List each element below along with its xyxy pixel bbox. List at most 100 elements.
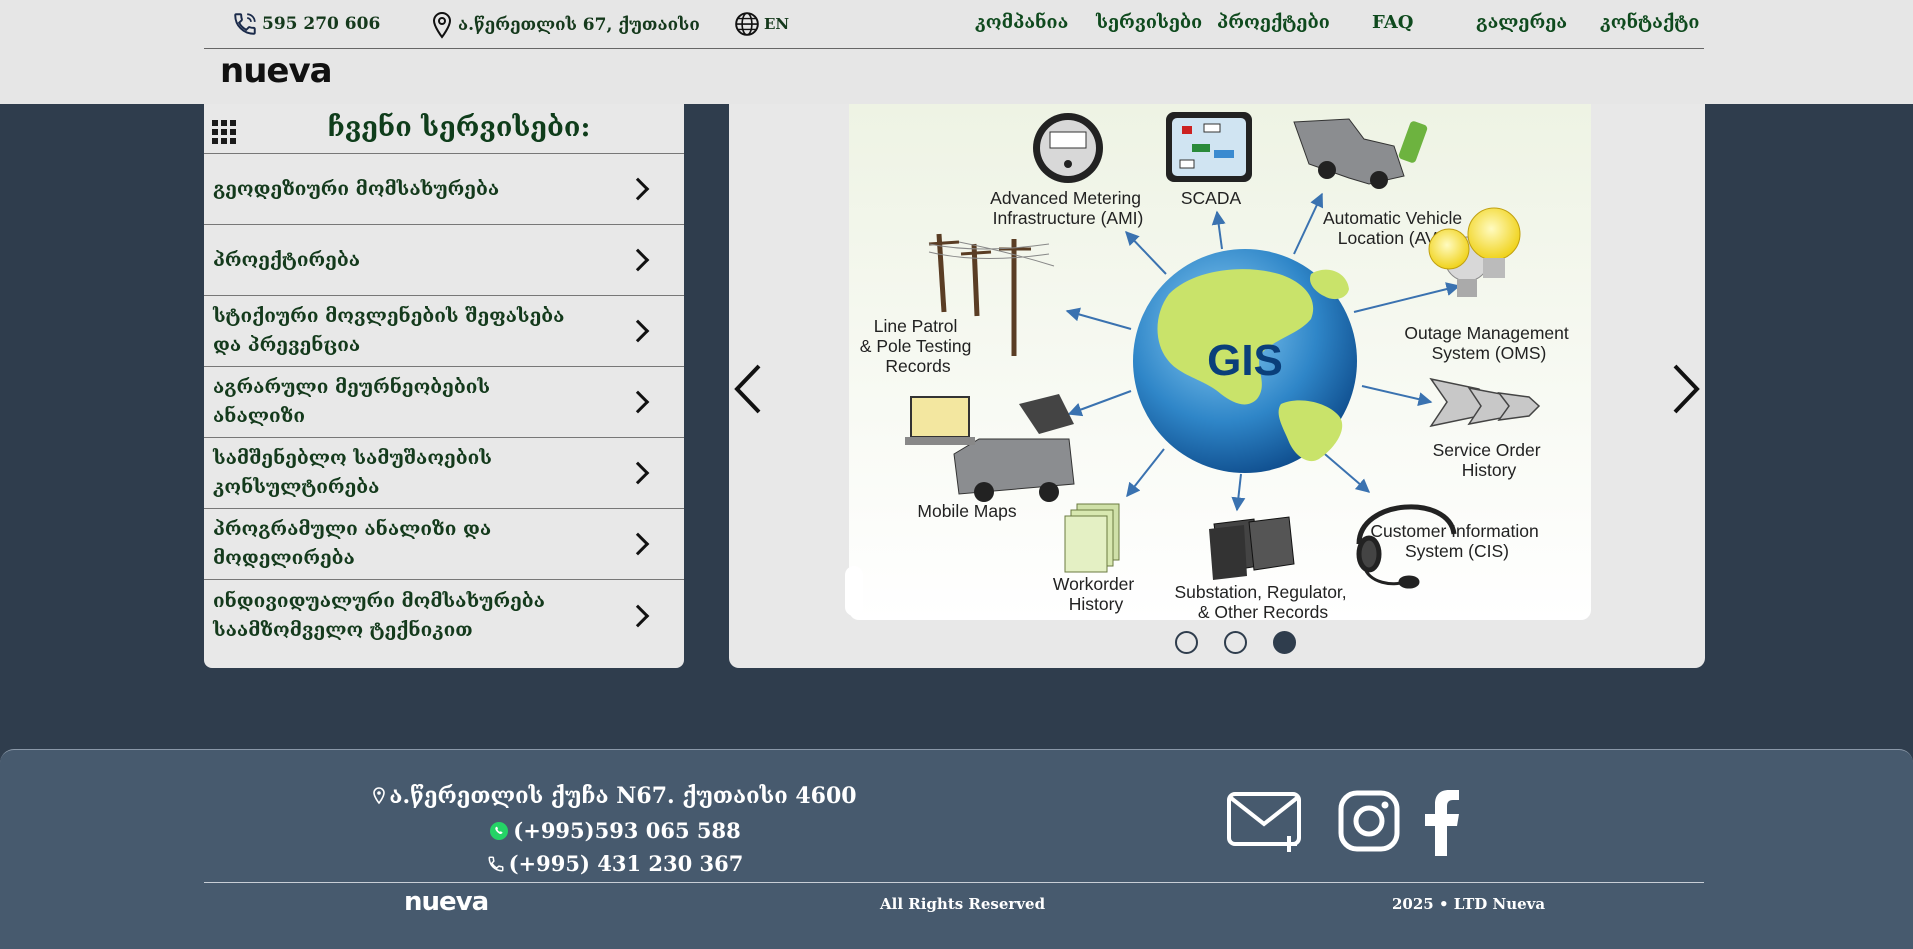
language-label: EN <box>764 15 790 33</box>
gis-diagram: GIS Advanced Metering Infrastructure (AM… <box>860 112 1573 620</box>
service-item-disaster[interactable]: სტიქიური მოვლენების შეფასება და პრევენცი… <box>204 296 684 367</box>
truck-icon <box>1293 118 1428 189</box>
label-cis-2: System (CIS) <box>1405 541 1509 561</box>
footer-address-text: ა.წერეთლის ქუჩა N67. ქუთაისი 4600 <box>389 783 857 809</box>
phone-icon <box>488 856 504 872</box>
nav-faq[interactable]: FAQ <box>1372 12 1413 33</box>
services-header: ჩვენი სერვისები: <box>204 104 684 154</box>
footer-rights: All Rights Reserved <box>880 895 1046 913</box>
facebook-icon[interactable] <box>1423 790 1461 856</box>
svg-text:Workorder History: Workorder History <box>1053 574 1139 614</box>
label-scada: SCADA <box>1181 188 1242 208</box>
nav-gallery[interactable]: გალერეა <box>1476 12 1567 33</box>
power-lines <box>928 241 1055 267</box>
label-service-2: History <box>1462 460 1517 480</box>
slider-next-arrow-icon[interactable] <box>1670 362 1702 416</box>
label-maps: Mobile Maps <box>917 501 1016 521</box>
service-item-label: ინდივიდუალური მომსახურება საამზომველო ტე… <box>213 589 545 641</box>
label-line-2: & Pole Testing <box>860 336 972 356</box>
gis-center-label: GIS <box>1207 336 1283 385</box>
label-ami-1: Advanced Metering <box>990 188 1141 208</box>
slider-dot-1[interactable] <box>1175 631 1198 654</box>
label-workorder-1: Workorder <box>1053 574 1135 594</box>
service-item-label: სტიქიური მოვლენების შეფასება და პრევენცი… <box>213 305 565 356</box>
service-item-label: სამშენებლო სამუშაოების კონსულტირება <box>213 447 492 498</box>
meter-icon <box>1033 113 1103 183</box>
image-slider: GIS Advanced Metering Infrastructure (AM… <box>729 104 1705 668</box>
label-workorder-2: History <box>1069 594 1124 614</box>
svg-text:Substation, Regulator,: Substation, Regulator, & Other Records <box>1174 582 1351 620</box>
chevron-right-icon <box>626 248 650 272</box>
label-substation-1: Substation, Regulator, <box>1174 582 1346 602</box>
svg-text:Service Order History: Service Order History <box>1433 440 1546 480</box>
scada-icon <box>1166 112 1252 182</box>
service-item-construction[interactable]: სამშენებლო სამუშაოების კონსულტირება <box>204 438 684 509</box>
phone-icon <box>234 13 256 35</box>
nav-services[interactable]: სერვისები <box>1096 12 1202 33</box>
slider-dot-2[interactable] <box>1224 631 1247 654</box>
header-address[interactable]: ა.წერეთლის 67, ქუთაისი <box>430 11 700 39</box>
service-item-label: პროგრამული ანალიზი და მოდელირება <box>213 518 492 569</box>
svg-text:Advanced Metering Infr: Advanced Metering Infrastructure (AMI) <box>990 188 1146 228</box>
services-title: ჩვენი სერვისები: <box>327 112 591 143</box>
label-service-1: Service Order <box>1433 440 1541 460</box>
label-oms-2: System (OMS) <box>1432 343 1547 363</box>
footer-copyright: 2025 • LTD Nueva <box>1392 895 1546 913</box>
site-footer: ა.წერეთლის ქუჩა N67. ქუთაისი 4600 (+995)… <box>0 749 1913 949</box>
footer-whatsapp[interactable]: (+995)593 065 588 <box>205 818 1025 843</box>
label-substation-2: & Other Records <box>1198 602 1329 620</box>
svg-text:Line Patrol & Pole Tes: Line Patrol & Pole Testing Records <box>860 316 976 376</box>
nav-company[interactable]: კომპანია <box>975 12 1068 33</box>
slide-handle <box>845 566 863 616</box>
label-line-3: Records <box>885 356 950 376</box>
footer-phone-text: (+995) 431 230 367 <box>508 851 744 876</box>
whatsapp-icon <box>490 821 509 840</box>
label-ami-2: Infrastructure (AMI) <box>993 208 1144 228</box>
service-order-arrows-icon <box>1429 377 1541 428</box>
service-item-geodesy[interactable]: გეოდეზიური მომსახურება <box>204 154 684 225</box>
label-oms-1: Outage Management <box>1404 323 1569 343</box>
instagram-icon[interactable] <box>1338 790 1400 852</box>
nav-contact[interactable]: კონტაქტი <box>1600 12 1699 33</box>
globe-icon <box>735 12 759 36</box>
chevron-right-icon <box>626 532 650 556</box>
service-item-label: აგრარული მეურნეობების ანალიზი <box>213 376 491 427</box>
slider-prev-arrow-icon[interactable] <box>732 362 764 416</box>
chevron-right-icon <box>626 319 650 343</box>
top-bar: 595 270 606 ა.წერეთლის 67, ქუთაისი EN კო… <box>204 0 1704 49</box>
chevron-right-icon <box>626 604 650 627</box>
service-item-label: პროექტირება <box>213 248 361 271</box>
service-item-label: გეოდეზიური მომსახურება <box>213 177 500 200</box>
chevron-right-icon <box>626 390 650 414</box>
service-item-individual[interactable]: ინდივიდუალური მომსახურება საამზომველო ტე… <box>204 580 684 651</box>
chevron-right-icon <box>626 461 650 485</box>
footer-address: ა.წერეთლის ქუჩა N67. ქუთაისი 4600 <box>205 783 1025 809</box>
documents-icon <box>1064 503 1120 573</box>
svg-text:Outage Management Syst: Outage Management System (OMS) <box>1404 323 1573 363</box>
service-item-agrarian[interactable]: აგრარული მეურნეობების ანალიზი <box>204 367 684 438</box>
header-address-text: ა.წერეთლის 67, ქუთაისი <box>458 15 700 35</box>
header-phone[interactable]: 595 270 606 <box>232 11 380 37</box>
language-switch[interactable]: EN <box>734 11 789 37</box>
email-add-icon[interactable] <box>1226 790 1306 854</box>
slider-dot-3[interactable] <box>1273 631 1296 654</box>
nav-projects[interactable]: პროექტები <box>1217 12 1330 33</box>
services-panel: ჩვენი სერვისები: გეოდეზიური მომსახურება … <box>204 104 684 668</box>
label-avl-1: Automatic Vehicle <box>1323 208 1462 228</box>
mobile-maps-icon <box>905 394 1075 502</box>
label-cis-1: Customer Information <box>1370 521 1538 541</box>
svg-text:Customer Information S: Customer Information System (CIS) <box>1370 521 1543 561</box>
footer-logo[interactable]: nueva <box>404 889 489 915</box>
service-item-design[interactable]: პროექტირება <box>204 225 684 296</box>
footer-divider <box>204 882 1704 883</box>
location-pin-icon <box>373 787 386 805</box>
folders-icon <box>1209 516 1295 580</box>
site-logo[interactable]: nueva <box>220 54 333 88</box>
footer-phone[interactable]: (+995) 431 230 367 <box>205 851 1025 876</box>
label-line-1: Line Patrol <box>874 316 958 336</box>
slide-image-gis-diagram: GIS Advanced Metering Infrastructure (AM… <box>849 104 1591 620</box>
gis-globe: GIS <box>1133 249 1357 473</box>
service-item-software[interactable]: პროგრამული ანალიზი და მოდელირება <box>204 509 684 580</box>
site-header: 595 270 606 ა.წერეთლის 67, ქუთაისი EN კო… <box>0 0 1913 104</box>
location-pin-icon <box>432 11 452 39</box>
